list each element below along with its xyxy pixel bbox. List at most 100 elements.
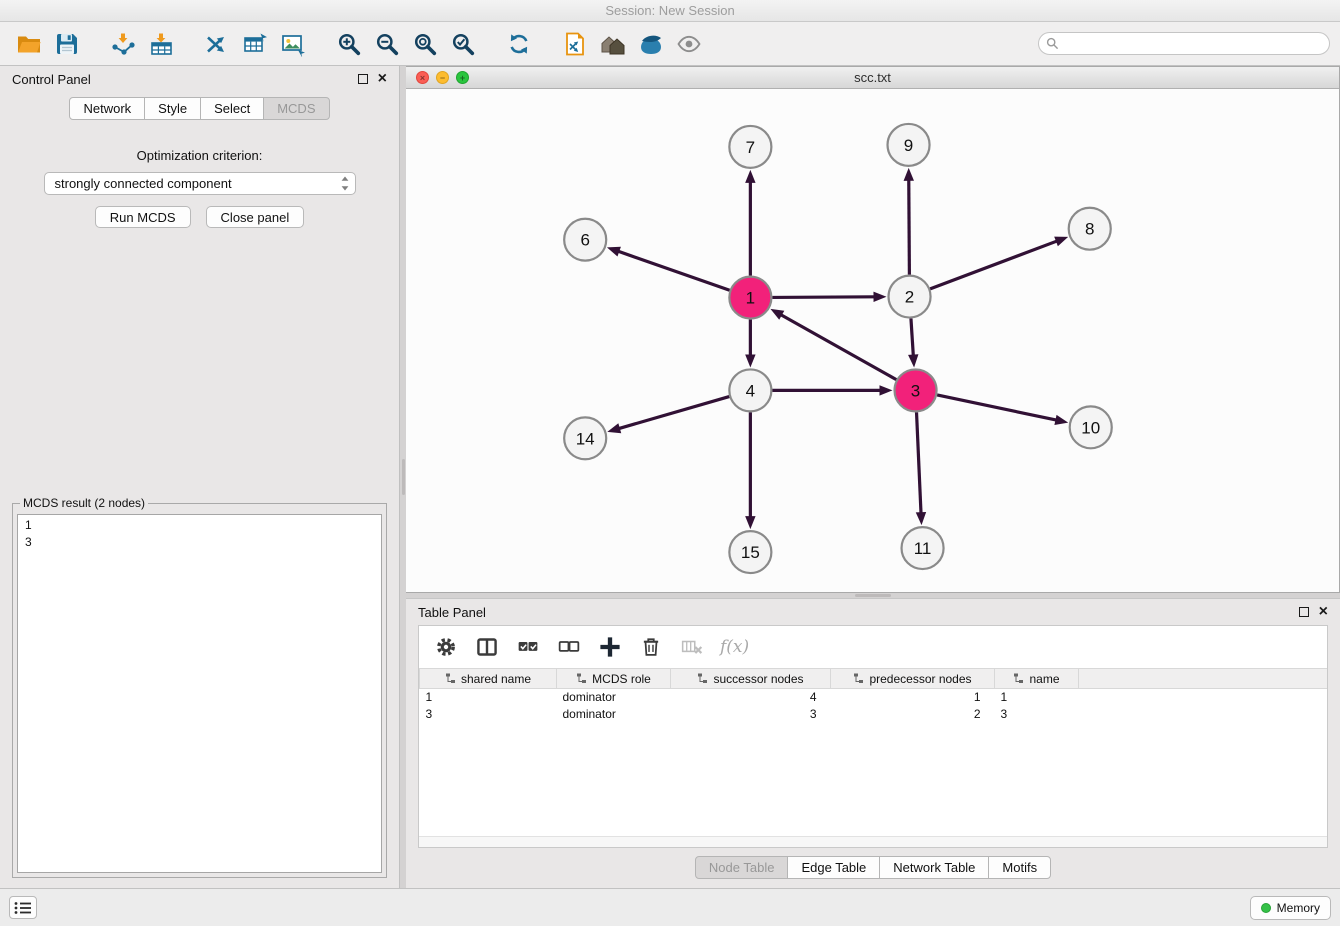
tab-edge-table[interactable]: Edge Table xyxy=(787,856,880,879)
new-table-button[interactable] xyxy=(236,26,274,62)
style-preview-button[interactable] xyxy=(632,26,670,62)
export-image-button[interactable] xyxy=(274,26,312,62)
network-view[interactable]: 7 9 6 8 1 2 4 3 14 10 15 11 xyxy=(406,89,1339,592)
import-table-button[interactable] xyxy=(142,26,180,62)
edge-2-8[interactable] xyxy=(930,237,1068,289)
open-session-button[interactable] xyxy=(10,26,48,62)
search-box[interactable] xyxy=(1038,32,1330,55)
table-cell[interactable]: 3 xyxy=(671,706,831,723)
tab-style[interactable]: Style xyxy=(144,97,201,120)
copy-style-button[interactable] xyxy=(556,26,594,62)
delete-column-button[interactable] xyxy=(675,630,709,664)
edge-3-1[interactable] xyxy=(770,309,896,380)
checked-boxes-icon xyxy=(517,636,539,658)
column-header-shared-name[interactable]: shared name xyxy=(420,669,557,689)
table-cell[interactable]: dominator xyxy=(557,706,671,723)
table-row[interactable]: 1dominator411 xyxy=(420,689,1328,706)
add-column-button[interactable] xyxy=(593,630,627,664)
table-row[interactable]: 3dominator323 xyxy=(420,706,1328,723)
deselect-all-button[interactable] xyxy=(552,630,586,664)
table-cell[interactable]: 1 xyxy=(420,689,557,706)
zoom-fit-icon xyxy=(412,31,438,57)
table-cell[interactable]: 3 xyxy=(420,706,557,723)
mcds-result-line: 3 xyxy=(25,534,374,551)
node-9[interactable]: 9 xyxy=(888,124,930,166)
node-15[interactable]: 15 xyxy=(729,531,771,573)
float-panel-icon[interactable] xyxy=(358,74,368,84)
refresh-view-button[interactable] xyxy=(500,26,538,62)
edge-1-6[interactable] xyxy=(607,247,730,291)
svg-text:9: 9 xyxy=(904,136,913,155)
close-panel-button[interactable]: Close panel xyxy=(206,206,305,228)
float-table-panel-icon[interactable] xyxy=(1299,607,1309,617)
table-cell[interactable]: dominator xyxy=(557,689,671,706)
edge-4-14[interactable] xyxy=(607,397,729,434)
task-history-button[interactable] xyxy=(9,896,37,919)
function-builder-button[interactable]: f(x) xyxy=(716,637,753,657)
table-settings-button[interactable] xyxy=(429,630,463,664)
table-cell[interactable]: 1 xyxy=(995,689,1079,706)
node-8[interactable]: 8 xyxy=(1069,208,1111,250)
edge-4-15[interactable] xyxy=(745,412,755,529)
node-2[interactable]: 2 xyxy=(889,276,931,318)
column-header-successor-nodes[interactable]: successor nodes xyxy=(671,669,831,689)
edge-2-3[interactable] xyxy=(908,318,918,367)
table-cell[interactable]: 3 xyxy=(995,706,1079,723)
node-3[interactable]: 3 xyxy=(895,369,937,411)
mcds-result-box[interactable]: 13 xyxy=(17,514,382,873)
node-14[interactable]: 14 xyxy=(564,417,606,459)
zoom-fit-button[interactable] xyxy=(406,26,444,62)
edge-3-11[interactable] xyxy=(916,412,926,525)
zoom-out-button[interactable] xyxy=(368,26,406,62)
column-header-MCDS-role[interactable]: MCDS role xyxy=(557,669,671,689)
tab-network[interactable]: Network xyxy=(69,97,145,120)
window-minimize-button[interactable]: − xyxy=(436,71,449,84)
edge-2-9[interactable] xyxy=(904,168,914,275)
tab-network-table[interactable]: Network Table xyxy=(879,856,989,879)
optimization-select[interactable]: strongly connected component xyxy=(44,172,356,195)
window-close-button[interactable]: × xyxy=(416,71,429,84)
graphics-details-button[interactable] xyxy=(670,26,708,62)
node-4[interactable]: 4 xyxy=(729,369,771,411)
column-header-predecessor-nodes[interactable]: predecessor nodes xyxy=(831,669,995,689)
tab-node-table[interactable]: Node Table xyxy=(695,856,789,879)
table-cell[interactable]: 1 xyxy=(831,689,995,706)
node-10[interactable]: 10 xyxy=(1070,406,1112,448)
edge-1-7[interactable] xyxy=(745,170,755,276)
zoom-in-button[interactable] xyxy=(330,26,368,62)
close-panel-icon[interactable]: × xyxy=(378,73,387,85)
show-columns-button[interactable] xyxy=(470,630,504,664)
tab-motifs[interactable]: Motifs xyxy=(988,856,1051,879)
zoom-selected-button[interactable] xyxy=(444,26,482,62)
network-window-title: scc.txt xyxy=(406,70,1339,85)
edge-1-2[interactable] xyxy=(772,292,886,302)
column-type-icon xyxy=(853,673,864,684)
new-network-button[interactable] xyxy=(198,26,236,62)
node-table-body: 1dominator4113dominator323 xyxy=(420,689,1328,723)
edge-4-3[interactable] xyxy=(772,385,892,395)
delete-button[interactable] xyxy=(634,630,668,664)
import-network-button[interactable] xyxy=(104,26,142,62)
node-1[interactable]: 1 xyxy=(729,277,771,319)
column-header-name[interactable]: name xyxy=(995,669,1079,689)
horizontal-scrollbar[interactable] xyxy=(419,836,1327,847)
run-mcds-button[interactable]: Run MCDS xyxy=(95,206,191,228)
select-all-button[interactable] xyxy=(511,630,545,664)
gear-icon xyxy=(435,636,457,658)
search-input[interactable] xyxy=(1059,33,1325,54)
edge-1-4[interactable] xyxy=(745,320,755,368)
memory-button[interactable]: Memory xyxy=(1250,896,1331,920)
edge-3-10[interactable] xyxy=(937,395,1068,425)
tab-mcds[interactable]: MCDS xyxy=(263,97,329,120)
node-7[interactable]: 7 xyxy=(729,126,771,168)
node-11[interactable]: 11 xyxy=(902,527,944,569)
node-6[interactable]: 6 xyxy=(564,219,606,261)
tab-select[interactable]: Select xyxy=(200,97,264,120)
table-cell[interactable]: 2 xyxy=(831,706,995,723)
network-canvas[interactable]: 7 9 6 8 1 2 4 3 14 10 15 11 xyxy=(406,89,1339,592)
ndex-home-button[interactable] xyxy=(594,26,632,62)
window-zoom-button[interactable]: + xyxy=(456,71,469,84)
save-session-button[interactable] xyxy=(48,26,86,62)
table-cell[interactable]: 4 xyxy=(671,689,831,706)
close-table-panel-icon[interactable]: × xyxy=(1319,606,1328,618)
